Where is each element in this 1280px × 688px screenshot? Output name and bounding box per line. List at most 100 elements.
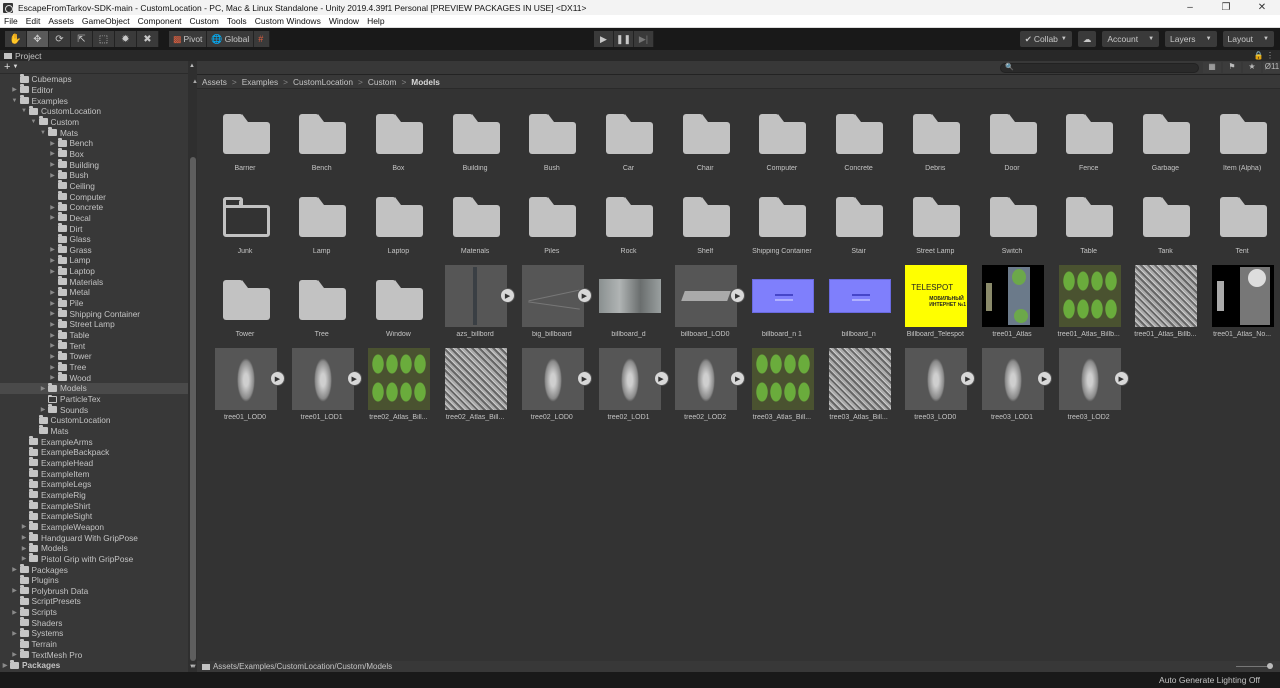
tree-item[interactable]: ExampleArms: [0, 436, 188, 447]
layout-dropdown[interactable]: Layout ▼: [1222, 31, 1274, 47]
tree-item[interactable]: ▶ Tent: [0, 340, 188, 351]
tree-item[interactable]: ▶ Systems: [0, 627, 188, 639]
collapsed-arrow-icon[interactable]: ▶: [10, 630, 20, 637]
tree-item[interactable]: ▶ Models: [0, 542, 188, 554]
asset-folder[interactable]: Car: [591, 99, 667, 179]
collapsed-arrow-icon[interactable]: ▶: [19, 555, 29, 562]
tree-item[interactable]: ▼ Mats: [0, 127, 188, 138]
collapsed-arrow-icon[interactable]: ▶: [38, 385, 48, 392]
expanded-arrow-icon[interactable]: ▼: [29, 119, 39, 125]
rect-tool-icon[interactable]: ⬚: [93, 31, 115, 47]
menu-file[interactable]: File: [0, 16, 22, 26]
scroll-up-icon[interactable]: ▲: [189, 63, 195, 69]
asset-folder[interactable]: Chair: [667, 99, 743, 179]
tree-item[interactable]: ExampleSight: [0, 510, 188, 522]
global-toggle[interactable]: 🌐 Global: [207, 31, 255, 47]
asset-folder[interactable]: Street Lamp: [897, 182, 973, 262]
grid-snap-toggle[interactable]: #: [254, 31, 271, 47]
tree-item[interactable]: ▶ Packages: [0, 564, 188, 575]
asset-folder[interactable]: Bench: [284, 99, 360, 179]
asset-model[interactable]: ▶ tree01_LOD0: [207, 348, 285, 428]
collapsed-arrow-icon[interactable]: ▶: [48, 374, 58, 381]
pause-button[interactable]: ❚❚: [614, 31, 634, 47]
tree-item[interactable]: Computer: [0, 191, 188, 202]
collapsed-arrow-icon[interactable]: ▶: [19, 534, 29, 541]
collapsed-arrow-icon[interactable]: ▶: [19, 545, 29, 552]
favorite-star-icon[interactable]: ★: [1243, 62, 1261, 73]
tree-item[interactable]: ▶ Grass: [0, 244, 188, 256]
scrollbar-thumb[interactable]: [190, 157, 196, 661]
tree-item[interactable]: ▶ Box: [0, 148, 188, 160]
asset-texture[interactable]: tree01_Atlas_Billb...: [1127, 265, 1203, 345]
scale-tool-icon[interactable]: ⇱: [71, 31, 93, 47]
asset-folder[interactable]: Materials: [437, 182, 513, 262]
collapsed-arrow-icon[interactable]: ▶: [38, 406, 48, 413]
slider-handle[interactable]: [1267, 663, 1273, 669]
asset-model[interactable]: ▶ billboard_LOD0: [667, 265, 746, 345]
asset-folder[interactable]: Rock: [591, 182, 667, 262]
minimize-button[interactable]: –: [1172, 0, 1208, 15]
asset-texture[interactable]: TELESPOT МОБИЛЬНЫЙ ИНТЕРНЕТ №1 Billboard_Te…: [897, 265, 973, 345]
asset-texture[interactable]: tree03_Atlas_Bill...: [821, 348, 897, 428]
tree-item[interactable]: ExampleHead: [0, 457, 188, 469]
asset-folder[interactable]: Item (Alpha): [1204, 99, 1280, 179]
tree-item[interactable]: CustomLocation: [0, 414, 188, 426]
tree-item[interactable]: ExampleRig: [0, 489, 188, 501]
collapsed-arrow-icon[interactable]: ▶: [48, 150, 58, 157]
asset-texture[interactable]: tree01_Atlas: [974, 265, 1050, 345]
breadcrumb-assets[interactable]: Assets: [202, 77, 227, 87]
asset-model[interactable]: ▶ azs_billbord: [437, 265, 516, 345]
collapsed-arrow-icon[interactable]: ▶: [48, 321, 58, 328]
asset-folder[interactable]: Shelf: [667, 182, 743, 262]
asset-folder[interactable]: Piles: [514, 182, 590, 262]
tree-item[interactable]: Materials: [0, 276, 188, 287]
expand-play-icon[interactable]: ▶: [1113, 371, 1129, 386]
hidden-packages-toggle[interactable]: Ø11: [1263, 62, 1280, 73]
tree-item[interactable]: ▶ Street Lamp: [0, 318, 188, 330]
collapsed-arrow-icon[interactable]: ▶: [48, 140, 58, 147]
close-button[interactable]: ✕: [1244, 0, 1280, 15]
breadcrumb-customlocation[interactable]: CustomLocation: [293, 77, 353, 87]
asset-folder[interactable]: Concrete: [821, 99, 897, 179]
collapsed-arrow-icon[interactable]: ▶: [48, 204, 58, 211]
breadcrumb-custom[interactable]: Custom: [368, 77, 397, 87]
tree-item[interactable]: ▼ CustomLocation: [0, 105, 188, 117]
collapsed-arrow-icon[interactable]: ▶: [48, 342, 58, 349]
collapsed-arrow-icon[interactable]: ▶: [48, 214, 58, 221]
asset-model[interactable]: ▶ tree02_LOD1: [591, 348, 669, 428]
search-input[interactable]: 🔍: [1000, 63, 1199, 73]
collapsed-arrow-icon[interactable]: ▶: [48, 268, 58, 275]
asset-folder[interactable]: Door: [974, 99, 1050, 179]
asset-texture[interactable]: tree03_Atlas_Bill...: [744, 348, 820, 428]
pivot-toggle[interactable]: ▩ Pivot: [169, 31, 208, 47]
asset-model[interactable]: ▶ tree03_LOD2: [1051, 348, 1129, 428]
tree-item[interactable]: ▶ Bench: [0, 137, 188, 149]
collapse-arrow-icon[interactable]: ▲: [192, 79, 198, 85]
collapsed-arrow-icon[interactable]: ▶: [48, 172, 58, 179]
tree-item[interactable]: ▶ Packages: [0, 659, 188, 671]
asset-folder[interactable]: Shipping Container: [744, 182, 820, 262]
tree-item[interactable]: Terrain: [0, 638, 188, 650]
collapsed-arrow-icon[interactable]: ▶: [10, 587, 20, 594]
asset-folder[interactable]: Building: [437, 99, 513, 179]
asset-texture[interactable]: billboard_n: [821, 265, 897, 345]
asset-folder[interactable]: Laptop: [360, 182, 436, 262]
asset-folder[interactable]: Tree: [284, 265, 360, 345]
expanded-arrow-icon[interactable]: ▼: [19, 108, 29, 114]
tree-item[interactable]: ExampleItem: [0, 468, 188, 479]
asset-folder[interactable]: Table: [1051, 182, 1127, 262]
tree-item[interactable]: ▼ Custom: [0, 116, 188, 128]
tree-item[interactable]: ▶ Polybrush Data: [0, 585, 188, 597]
tree-item[interactable]: Glass: [0, 233, 188, 245]
tree-item[interactable]: Shaders: [0, 617, 188, 628]
collapsed-arrow-icon[interactable]: ▶: [48, 289, 58, 296]
custom-tool-icon[interactable]: ✖: [137, 31, 159, 47]
menu-edit[interactable]: Edit: [22, 16, 45, 26]
icon-size-slider[interactable]: [1236, 663, 1273, 669]
menu-help[interactable]: Help: [363, 16, 388, 26]
collapsed-arrow-icon[interactable]: ▶: [48, 332, 58, 339]
menu-custom[interactable]: Custom: [186, 16, 223, 26]
asset-folder[interactable]: Switch: [974, 182, 1050, 262]
asset-model[interactable]: ▶ tree02_LOD2: [667, 348, 746, 428]
tree-item[interactable]: ▶ Shipping Container: [0, 308, 188, 319]
